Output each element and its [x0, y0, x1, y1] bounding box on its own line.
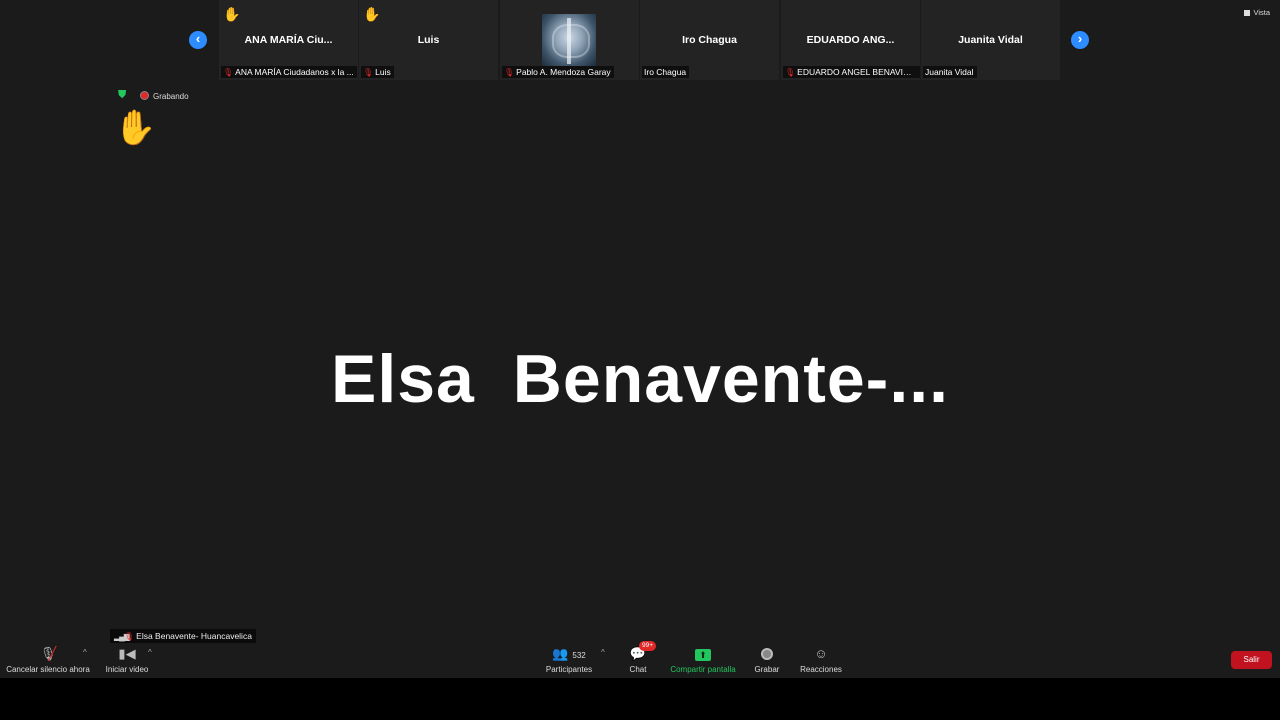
grid-view-icon — [1244, 10, 1251, 16]
share-screen-icon: ⬆ — [695, 649, 711, 661]
share-screen-button[interactable]: ⬆ Compartir pantalla — [668, 645, 738, 674]
mic-muted-icon: 🎙︎ — [124, 632, 135, 641]
raised-hand-icon: ✋ — [363, 6, 381, 22]
chat-icon: 💬 99+ — [626, 641, 657, 663]
participant-label: 🎙︎ Luis — [361, 66, 394, 78]
recording-dot-icon — [140, 91, 149, 100]
active-speaker-name: Elsa Benavente-... — [330, 341, 950, 417]
reactions-button[interactable]: ☺ Reacciones — [800, 645, 842, 674]
audio-options-caret[interactable]: ^ — [83, 648, 87, 657]
bottom-black-bar — [0, 678, 1280, 720]
mic-muted-icon: 🎙︎╱ — [39, 646, 57, 661]
video-options-caret[interactable]: ^ — [148, 648, 152, 657]
participant-label: 🎙︎ EDUARDO ANGEL BENAVIDES... — [783, 66, 920, 78]
participant-name: EDUARDO ANG... — [806, 34, 895, 46]
participant-tile[interactable]: ✋ Luis 🎙︎ Luis — [359, 0, 498, 80]
view-button[interactable]: Vista — [1244, 8, 1270, 17]
signal-bars-icon: ▂▄▆ — [114, 632, 130, 641]
record-button[interactable]: Grabar — [752, 645, 782, 674]
unmute-button[interactable]: 🎙︎╱ Cancelar silencio ahora — [6, 645, 90, 674]
participant-name: ANA MARÍA Ciu... — [244, 34, 333, 46]
participant-tile[interactable]: Iro Chagua Iro Chagua — [640, 0, 779, 80]
participants-button[interactable]: 👥 532 Participantes — [544, 645, 594, 674]
participant-label: Iro Chagua — [642, 66, 690, 78]
next-page-button[interactable]: › — [1071, 31, 1089, 49]
raised-hand-icon: ✋ — [114, 109, 157, 147]
participant-name: Juanita Vidal — [958, 34, 1023, 46]
shield-check-icon[interactable]: ⛊ — [118, 89, 128, 101]
chat-button[interactable]: 💬 99+ Chat — [626, 641, 657, 674]
active-speaker-tag: ▂▄▆🎙︎ Elsa Benavente- Huancavelica — [110, 629, 256, 643]
participant-label: 🎙︎ ANA MARÍA Ciudadanos x la ... — [221, 66, 357, 78]
participant-tile[interactable]: Juanita Vidal Juanita Vidal — [921, 0, 1060, 80]
participants-options-caret[interactable]: ^ — [601, 648, 605, 657]
participant-tile[interactable]: 🎙︎ Pablo A. Mendoza Garay — [500, 0, 639, 80]
participant-label: 🎙︎ Pablo A. Mendoza Garay — [502, 66, 614, 78]
video-off-icon: ▮◀ — [118, 646, 136, 661]
participant-tile[interactable]: EDUARDO ANG... 🎙︎ EDUARDO ANGEL BENAVIDES… — [781, 0, 920, 80]
participant-name: Luis — [417, 34, 440, 46]
mic-muted-icon: 🎙︎ — [504, 68, 515, 77]
leave-button[interactable]: Salir — [1231, 651, 1272, 669]
participant-label: Juanita Vidal — [923, 66, 977, 78]
participant-tile[interactable]: ✋ ANA MARÍA Ciu... 🎙︎ ANA MARÍA Ciudadano… — [219, 0, 358, 80]
participant-name: Iro Chagua — [682, 34, 737, 46]
recording-indicator[interactable]: Grabando — [140, 91, 189, 101]
mic-muted-icon: 🎙︎ — [785, 68, 796, 77]
participants-icon: 👥 532 — [552, 646, 586, 661]
record-icon — [761, 648, 773, 660]
mic-muted-icon: 🎙︎ — [223, 68, 234, 77]
smiley-icon: ☺ — [814, 646, 828, 661]
previous-page-button[interactable]: ‹ — [189, 31, 207, 49]
start-video-button[interactable]: ▮◀ Iniciar video — [104, 645, 150, 674]
mic-muted-icon: 🎙︎ — [363, 68, 374, 77]
participant-video-feed — [542, 14, 596, 66]
chat-badge: 99+ — [639, 641, 657, 651]
raised-hand-icon: ✋ — [223, 6, 241, 22]
